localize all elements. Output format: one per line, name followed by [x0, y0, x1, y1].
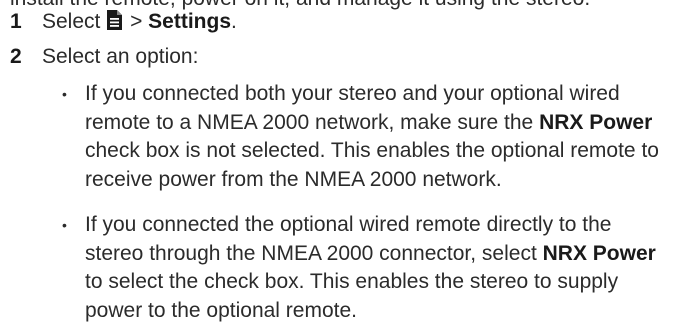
step-prefix: Select: [42, 10, 101, 33]
menu-icon: [107, 10, 123, 30]
bullet-text-before: If you connected the optional wired remo…: [85, 213, 612, 265]
step-separator: >: [130, 10, 143, 33]
nrx-power-label: NRX Power: [539, 110, 653, 134]
step-number: 1: [10, 10, 22, 33]
step-instruction: Select an option:: [42, 45, 199, 68]
bullet-marker: •: [62, 86, 67, 102]
settings-label: Settings: [148, 10, 232, 33]
step-instruction: Select > Settings.: [42, 8, 237, 36]
bullet-text: If you connected both your stereo and yo…: [85, 80, 665, 194]
step-suffix: .: [231, 10, 237, 33]
bullet-text-after: check box is not selected. This enables …: [85, 139, 659, 191]
bullet-text-after: to select the check box. This enables th…: [85, 270, 619, 322]
nrx-power-label: NRX Power: [542, 241, 656, 265]
bullet-text: If you connected the optional wired remo…: [85, 211, 665, 325]
manual-page: install the remote, power on it, and man…: [0, 0, 688, 325]
bullet-marker: •: [62, 217, 67, 233]
step-number: 2: [10, 45, 22, 68]
